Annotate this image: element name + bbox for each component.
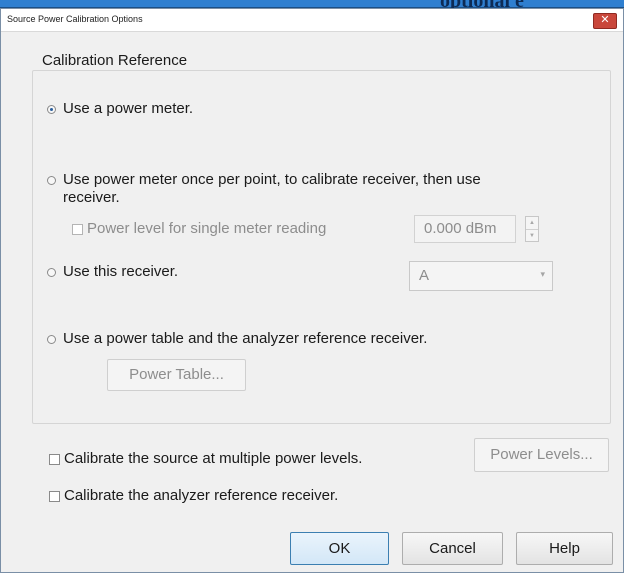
power-meter-once-per-point-radio[interactable] bbox=[47, 176, 56, 185]
calibration-reference-label: Calibration Reference bbox=[38, 52, 192, 69]
single-meter-power-spinner[interactable]: ▲ ▼ bbox=[525, 216, 539, 242]
spin-down-icon[interactable]: ▼ bbox=[526, 229, 538, 242]
single-meter-power-input[interactable]: 0.000 dBm bbox=[414, 215, 516, 243]
power-meter-radio[interactable] bbox=[47, 105, 56, 114]
this-receiver-label[interactable]: Use this receiver. bbox=[63, 263, 178, 280]
background-app-strip: optional e bbox=[0, 0, 624, 12]
dialog-title: Source Power Calibration Options bbox=[7, 14, 143, 24]
ok-button[interactable]: OK bbox=[290, 532, 389, 565]
cancel-button[interactable]: Cancel bbox=[402, 532, 503, 565]
power-meter-once-per-point-label-line2[interactable]: receiver. bbox=[63, 189, 120, 206]
dialog-titlebar[interactable]: Source Power Calibration Options ✕ bbox=[1, 9, 623, 32]
spin-up-icon[interactable]: ▲ bbox=[526, 217, 538, 229]
power-levels-button[interactable]: Power Levels... bbox=[474, 438, 609, 472]
chevron-down-icon: ▾ bbox=[540, 269, 545, 279]
multiple-power-levels-checkbox[interactable] bbox=[49, 454, 60, 465]
this-receiver-radio[interactable] bbox=[47, 268, 56, 277]
help-button[interactable]: Help bbox=[516, 532, 613, 565]
dialog-body: Calibration Reference Use a power meter.… bbox=[1, 32, 623, 572]
power-meter-once-per-point-label-line1[interactable]: Use power meter once per point, to calib… bbox=[63, 171, 481, 188]
close-button[interactable]: ✕ bbox=[593, 13, 617, 29]
receiver-select[interactable]: A ▾ bbox=[409, 261, 553, 291]
power-table-button[interactable]: Power Table... bbox=[107, 359, 246, 391]
reference-receiver-label[interactable]: Calibrate the analyzer reference receive… bbox=[64, 487, 338, 504]
close-icon: ✕ bbox=[600, 14, 610, 26]
multiple-power-levels-label[interactable]: Calibrate the source at multiple power l… bbox=[64, 450, 362, 467]
power-table-label[interactable]: Use a power table and the analyzer refer… bbox=[63, 330, 427, 347]
single-meter-reading-checkbox[interactable] bbox=[72, 224, 83, 235]
receiver-select-value: A bbox=[419, 267, 430, 284]
power-meter-label[interactable]: Use a power meter. bbox=[63, 100, 193, 117]
reference-receiver-checkbox[interactable] bbox=[49, 491, 60, 502]
single-meter-reading-label: Power level for single meter reading bbox=[87, 220, 327, 237]
power-table-radio[interactable] bbox=[47, 335, 56, 344]
source-power-calibration-dialog: Source Power Calibration Options ✕ Calib… bbox=[0, 8, 624, 573]
